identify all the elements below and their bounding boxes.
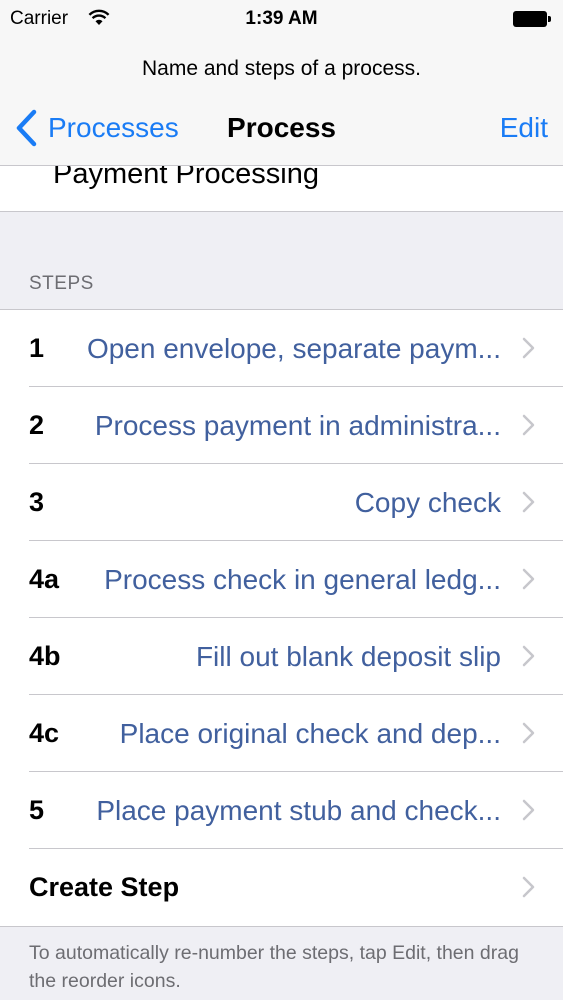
steps-section-header: STEPS [29,273,94,294]
chevron-right-icon [522,645,535,667]
status-time: 1:39 AM [245,8,318,29]
chevron-right-icon [522,722,535,744]
create-step-label: Create Step [29,872,180,902]
nav-prompt: Name and steps of a process. [142,57,421,80]
navigation-bar: Name and steps of a process. Processes P… [0,40,563,166]
process-name-cell[interactable]: Payment Processing [0,166,563,212]
chevron-right-icon [522,568,535,590]
step-title: Place original check and dep... [119,718,501,749]
battery-icon [513,11,551,27]
steps-list: 1 Open envelope, separate paym... 2 Proc… [0,309,563,927]
page-title: Process [227,112,336,143]
chevron-right-icon [522,799,535,821]
step-row[interactable]: 4a Process check in general ledg... [0,541,563,618]
step-title: Copy check [354,487,501,518]
status-bar: Carrier 1:39 AM [0,0,563,40]
step-number: 5 [29,795,45,825]
chevron-right-icon [522,414,535,436]
step-number: 2 [29,410,45,440]
chevron-right-icon [522,876,535,898]
edit-button[interactable]: Edit [500,112,548,144]
step-number: 4b [29,641,61,671]
step-row[interactable]: 4b Fill out blank deposit slip [0,618,563,695]
step-title: Place payment stub and check... [96,795,501,826]
step-title: Open envelope, separate paym... [86,333,501,364]
process-name: Payment Processing [53,166,319,190]
step-title: Fill out blank deposit slip [195,641,501,672]
create-step-button[interactable]: Create Step [0,849,563,926]
step-number: 3 [29,487,45,517]
step-title: Process check in general ledg... [104,564,501,595]
step-row[interactable]: 2 Process payment in administra... [0,387,563,464]
step-number: 4a [29,564,60,594]
chevron-right-icon [522,337,535,359]
step-row[interactable]: 3 Copy check [0,464,563,541]
step-row[interactable]: 5 Place payment stub and check... [0,772,563,849]
step-number: 1 [29,333,45,363]
step-title: Process payment in administra... [94,410,501,441]
step-number: 4c [29,718,60,748]
steps-section-footer: To automatically re-number the steps, ta… [29,942,519,992]
step-row[interactable]: 1 Open envelope, separate paym... [0,310,563,387]
step-row[interactable]: 4c Place original check and dep... [0,695,563,772]
chevron-right-icon [522,491,535,513]
